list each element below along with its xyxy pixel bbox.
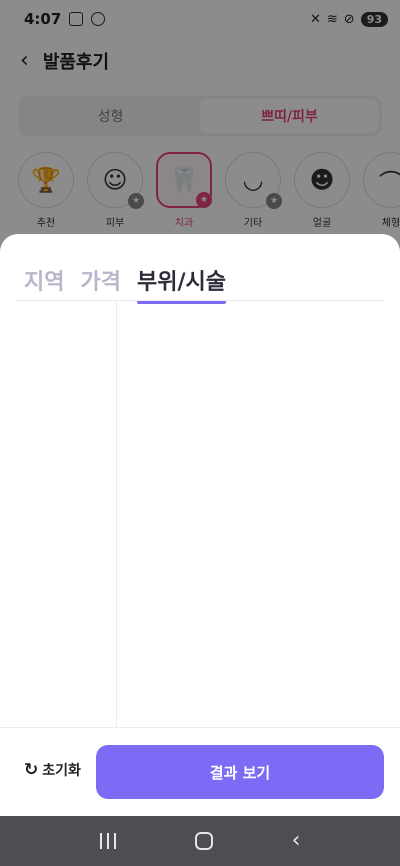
recent-apps-icon[interactable] xyxy=(99,833,116,849)
filter-bottom-sheet: 지역 가격 부위/시술 ↻ 초기화 결과 보기 xyxy=(0,234,400,816)
system-nav-bar: ‹ xyxy=(0,816,400,866)
tab-area-procedure[interactable]: 부위/시술 xyxy=(136,264,226,304)
filter-tabs: 지역 가격 부위/시술 xyxy=(24,264,226,304)
divider xyxy=(0,727,400,728)
column-divider xyxy=(116,301,117,727)
view-results-button[interactable]: 결과 보기 xyxy=(96,745,384,799)
refresh-icon: ↻ xyxy=(24,759,39,780)
tab-region[interactable]: 지역 xyxy=(24,264,64,300)
home-icon[interactable] xyxy=(194,832,213,850)
divider xyxy=(16,300,384,301)
reset-button[interactable]: ↻ 초기화 xyxy=(24,760,81,780)
reset-label: 초기화 xyxy=(42,763,81,779)
tab-price[interactable]: 가격 xyxy=(80,264,120,300)
back-icon[interactable]: ‹ xyxy=(292,830,301,852)
